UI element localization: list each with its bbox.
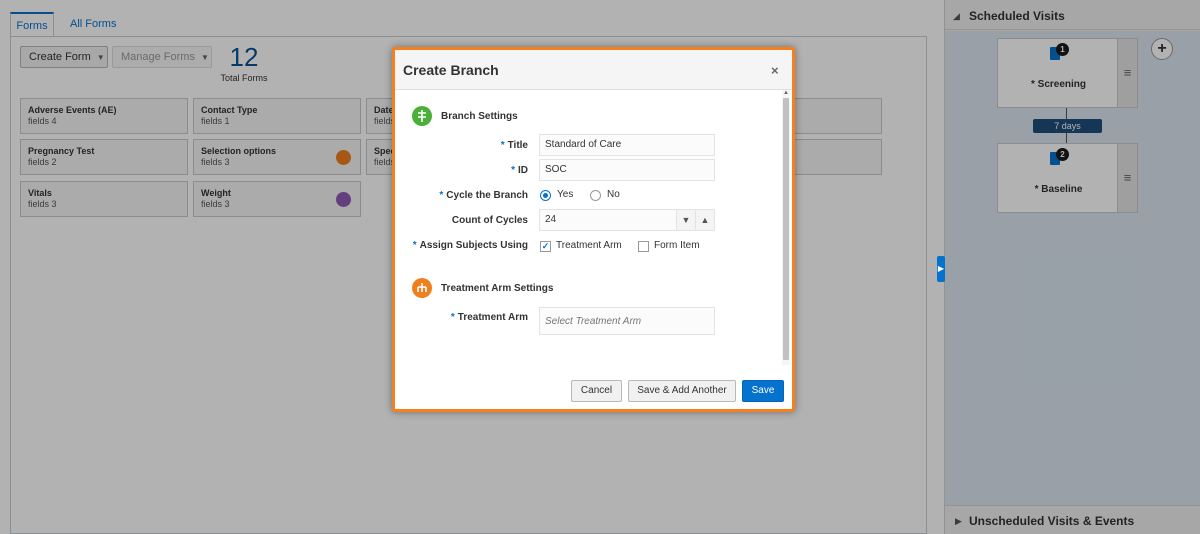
treatment-arm-settings-icon (412, 278, 432, 298)
treatment-arm-option-label: Treatment Arm (556, 240, 622, 251)
required-mark: * (500, 140, 505, 151)
scroll-up-icon[interactable]: ▲ (783, 90, 789, 96)
cancel-button[interactable]: Cancel (571, 380, 622, 402)
required-mark: * (511, 165, 515, 176)
form-item-checkbox[interactable] (638, 241, 649, 252)
close-icon[interactable]: × (771, 63, 779, 78)
dialog-header: Create Branch × (395, 50, 792, 90)
cycle-yes-radio[interactable] (540, 190, 551, 201)
form-item-option-label: Form Item (654, 240, 700, 251)
id-label: * ID (395, 165, 528, 176)
count-cycles-value: 24 (545, 214, 557, 225)
assign-subjects-label: * Assign Subjects Using (395, 240, 528, 251)
create-branch-dialog: Create Branch × ▲ Branch Settings * Title… (392, 47, 795, 412)
title-input[interactable]: Standard of Care (539, 134, 715, 156)
save-button[interactable]: Save (742, 380, 784, 402)
count-cycles-label: Count of Cycles (451, 215, 528, 226)
save-add-another-button[interactable]: Save & Add Another (628, 380, 736, 402)
arm-label-text: Treatment Arm (457, 312, 528, 323)
chevron-up-icon[interactable]: ▲ (695, 210, 714, 230)
id-label-text: ID (518, 165, 528, 176)
dialog-scrollbar[interactable]: ▲ (782, 90, 790, 365)
branch-settings-heading: Branch Settings (441, 111, 518, 122)
cycle-yes-label: Yes (557, 189, 574, 200)
treatment-arm-checkbox[interactable]: ✓ (540, 241, 551, 252)
treatment-arm-settings-heading: Treatment Arm Settings (441, 283, 554, 294)
required-mark: * (412, 240, 417, 251)
treatment-arm-label: * Treatment Arm (395, 312, 528, 323)
title-label: * Title (395, 140, 528, 151)
chevron-down-icon[interactable]: ▼ (676, 210, 695, 230)
treatment-arm-select[interactable]: Select Treatment Arm (539, 307, 715, 335)
required-mark: * (439, 190, 444, 201)
panel-splitter-arrow-icon[interactable]: ▶ (937, 256, 945, 282)
cycle-label-text: Cycle the Branch (446, 190, 528, 201)
branch-settings-icon (412, 106, 432, 126)
id-input[interactable]: SOC (539, 159, 715, 181)
count-cycles-stepper[interactable]: 24 ▼ ▲ (539, 209, 715, 231)
required-mark: * (450, 312, 455, 323)
scrollbar-thumb[interactable] (783, 98, 789, 360)
dialog-title: Create Branch (403, 62, 499, 78)
cycle-no-radio[interactable] (590, 190, 601, 201)
cycle-no-label: No (607, 189, 620, 200)
assign-label-text: Assign Subjects Using (419, 240, 528, 251)
title-label-text: Title (507, 140, 528, 151)
cycle-branch-label: * Cycle the Branch (395, 190, 528, 201)
